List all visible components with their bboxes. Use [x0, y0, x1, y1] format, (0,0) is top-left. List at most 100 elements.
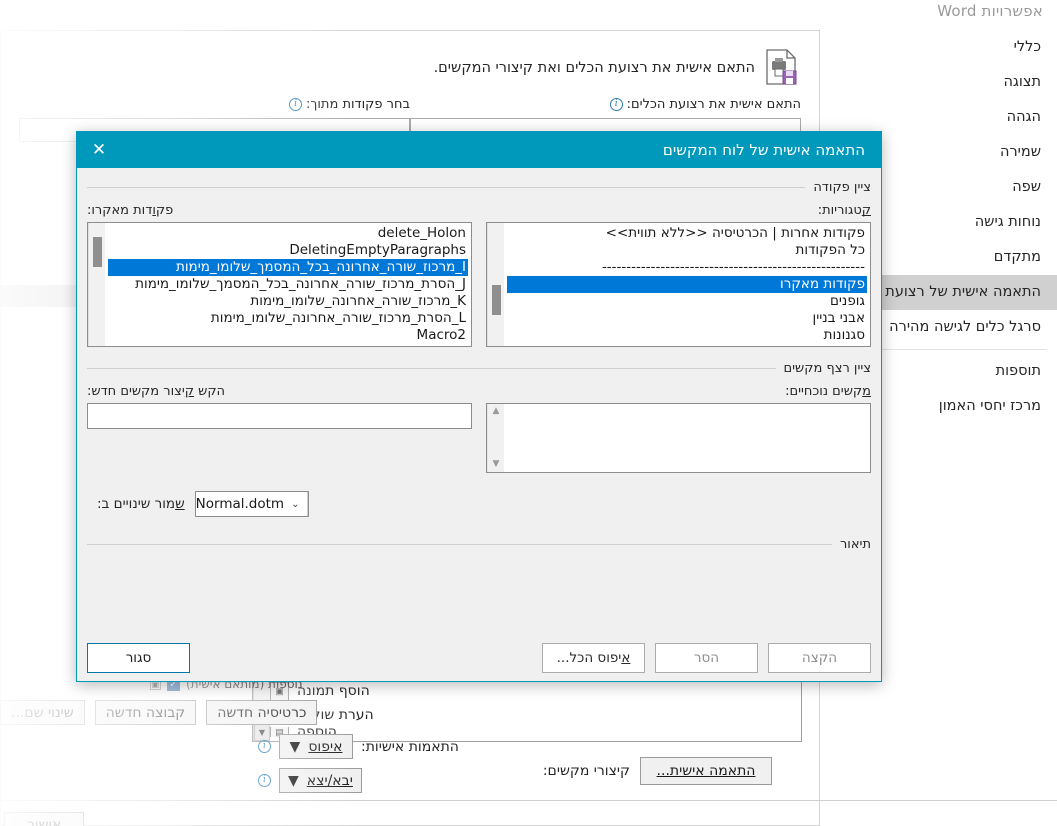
- dialog-body: ציין פקודה קטגוריות: פקודות אחרות | הכרט…: [77, 168, 881, 683]
- categories-scrollbar[interactable]: [487, 223, 504, 346]
- remove-button[interactable]: הסר: [655, 643, 758, 673]
- macro-item[interactable]: K_מרכוז_שורה_אחרונה_שלומו_מימות: [108, 293, 468, 310]
- info-icon-right[interactable]: i: [289, 98, 303, 111]
- current-keys-column: מקשים נוכחיים: ▲ ▼: [486, 384, 871, 473]
- customizations-label: התאמות אישיות:: [361, 738, 459, 755]
- info-icon-reset[interactable]: i: [258, 740, 271, 753]
- customize-ribbon-description: התאם אישית את רצועת הכלים ואת קיצורי המק…: [433, 60, 755, 76]
- customize-ribbon-left-label-row: התאם אישית את רצועת הכלים: i: [410, 97, 801, 112]
- chevron-up-icon[interactable]: ▲: [493, 407, 500, 416]
- scrollbar-thumb[interactable]: [93, 237, 102, 267]
- category-item[interactable]: סגנונות: [507, 327, 867, 344]
- chevron-down-icon: ▼: [288, 772, 299, 789]
- import-export-row: יבא/יצא ▼ i: [0, 768, 460, 793]
- macros-listbox[interactable]: delete_Holon DeletingEmptyParagraphs I_מ…: [87, 222, 472, 347]
- rename-button[interactable]: שינוי שם...: [0, 700, 85, 725]
- category-separator: ----------------------------------------…: [601, 259, 865, 275]
- ok-button[interactable]: אישור: [4, 812, 84, 826]
- macros-scrollbar[interactable]: [88, 223, 105, 346]
- import-export-label: יבא/יצא: [306, 772, 353, 789]
- specify-command-group: ציין פקודה קטגוריות: פקודות אחרות | הכרט…: [87, 180, 871, 347]
- chevron-down-icon[interactable]: ⌄: [284, 492, 308, 516]
- reset-all-button[interactable]: איפוס הכל...: [542, 643, 645, 673]
- categories-label: קטגוריות:: [817, 203, 871, 218]
- info-icon-left[interactable]: i: [609, 98, 623, 111]
- save-changes-row: שמור שינויים ב: ⌄ Normal.dotm: [87, 491, 871, 517]
- specify-keys-group-header: ציין רצף מקשים: [87, 361, 871, 376]
- close-button[interactable]: סגור: [87, 643, 190, 673]
- new-shortcut-column: הקש קיצור מקשים חדש:: [87, 384, 472, 473]
- categories-column: קטגוריות: פקודות אחרות | הכרטיסיה <<ללא …: [486, 203, 871, 347]
- category-item-selected[interactable]: פקודות מאקרו: [507, 276, 867, 293]
- category-item[interactable]: סימנים נפוצים: [507, 344, 867, 346]
- macro-item[interactable]: Macro3: [108, 344, 468, 346]
- scrollbar-thumb[interactable]: [492, 285, 501, 315]
- screen: אפשרויות Word כללי תצוגה הגהה שמירה שפה …: [0, 0, 1057, 826]
- ribbon-tab-buttons: כרטיסיה חדשה קבוצה חדשה שינוי שם...: [0, 700, 460, 725]
- category-item[interactable]: אבני בניין: [507, 310, 867, 327]
- sidebar-item-general[interactable]: כללי: [820, 30, 1057, 65]
- save-changes-label: שמור שינויים ב:: [97, 496, 185, 512]
- description-group-header: תיאור: [87, 537, 871, 552]
- assign-button[interactable]: הקצה: [768, 643, 871, 673]
- current-keys-label: מקשים נוכחיים:: [785, 384, 871, 399]
- category-item[interactable]: כל הפקודות: [507, 242, 867, 259]
- macro-item[interactable]: DeletingEmptyParagraphs: [108, 242, 468, 259]
- customize-shortcuts-button[interactable]: התאמה אישית...: [640, 757, 772, 785]
- dialog-titlebar: התאמה אישית של לוח המקשים ✕: [77, 132, 881, 168]
- keys-columns: מקשים נוכחיים: ▲ ▼ הקש קיצור מקשים חדש:: [87, 384, 871, 473]
- specify-keys-group: ציין רצף מקשים מקשים נוכחיים: ▲ ▼ הקש קי…: [87, 361, 871, 473]
- keyboard-shortcuts-row: התאמה אישית... קיצורי מקשים:: [543, 757, 772, 785]
- new-shortcut-input[interactable]: [87, 403, 472, 429]
- reset-dropdown-button[interactable]: איפוס ▼: [279, 734, 353, 759]
- info-icon-import-export[interactable]: i: [258, 774, 271, 787]
- save-changes-value: Normal.dotm: [195, 496, 285, 512]
- new-tab-button[interactable]: כרטיסיה חדשה: [206, 700, 318, 725]
- customizations-row: התאמות אישיות: איפוס ▼ i: [0, 734, 460, 759]
- dialog-title: התאמה אישית של לוח המקשים: [662, 141, 865, 159]
- macro-item[interactable]: L_הסרת_מרכוז_שורה_אחרונה_שלומו_מימות: [108, 310, 468, 327]
- print-save-document-icon: [765, 49, 799, 87]
- macro-item[interactable]: delete_Holon: [108, 225, 468, 242]
- category-item[interactable]: גופנים: [507, 293, 867, 310]
- sidebar-item-proofing[interactable]: הגהה: [820, 100, 1057, 135]
- macros-label: פקודות מאקרו:: [87, 203, 174, 218]
- footer-divider: [0, 800, 1057, 801]
- customize-ribbon-header: התאם אישית את רצועת הכלים ואת קיצורי המק…: [1, 31, 819, 97]
- category-item[interactable]: פקודות אחרות | הכרטיסיה <<ללא תווית>>: [507, 225, 867, 242]
- macros-column: פקודות מאקרו: delete_Holon DeletingEmpty…: [87, 203, 472, 347]
- sidebar-item-display[interactable]: תצוגה: [820, 65, 1057, 100]
- customize-ribbon-left-label: התאם אישית את רצועת הכלים:: [626, 97, 801, 112]
- reset-label: איפוס: [308, 738, 343, 755]
- close-button-label: סגור: [125, 650, 152, 666]
- ok-label: אישור: [26, 816, 62, 826]
- group-divider-line: [87, 368, 776, 369]
- close-icon[interactable]: ✕: [77, 132, 121, 168]
- dialog-action-buttons: איפוס הכל... הסר הקצה: [542, 643, 871, 673]
- customize-keyboard-dialog: התאמה אישית של לוח המקשים ✕ ציין פקודה ק…: [76, 131, 882, 682]
- choose-commands-label: בחר פקודות מתוך:: [306, 97, 410, 112]
- macro-item-selected[interactable]: I_מרכוז_שורה_אחרונה_בכל_המסמך_שלומו_מימו…: [108, 259, 468, 276]
- dialog-footer: סגור איפוס הכל... הסר הקצה: [87, 643, 871, 673]
- current-keys-scrollbar[interactable]: ▲ ▼: [487, 404, 504, 472]
- new-tab-label: כרטיסיה חדשה: [217, 704, 307, 721]
- import-export-dropdown-button[interactable]: יבא/יצא ▼: [279, 768, 362, 793]
- new-shortcut-label: הקש קיצור מקשים חדש:: [87, 384, 226, 399]
- rename-label: שינוי שם...: [11, 704, 74, 721]
- categories-items: פקודות אחרות | הכרטיסיה <<ללא תווית>> כל…: [504, 223, 870, 346]
- new-group-button[interactable]: קבוצה חדשה: [94, 700, 197, 725]
- macro-item[interactable]: Macro2: [108, 327, 468, 344]
- chevron-down-icon[interactable]: ▼: [493, 460, 500, 469]
- current-keys-listbox[interactable]: ▲ ▼: [486, 403, 871, 473]
- specify-command-group-header: ציין פקודה: [87, 180, 871, 195]
- command-columns: קטגוריות: פקודות אחרות | הכרטיסיה <<ללא …: [87, 203, 871, 347]
- customize-shortcuts-label: התאמה אישית...: [656, 763, 756, 779]
- new-group-label: קבוצה חדשה: [105, 704, 186, 721]
- keyboard-shortcuts-label: קיצורי מקשים:: [542, 763, 630, 779]
- choose-commands-label-row: בחר פקודות מתוך: i: [19, 97, 410, 112]
- save-changes-combo[interactable]: ⌄ Normal.dotm: [194, 491, 309, 517]
- categories-listbox[interactable]: פקודות אחרות | הכרטיסיה <<ללא תווית>> כל…: [486, 222, 871, 347]
- group-divider-line: [87, 544, 832, 545]
- macro-item[interactable]: J_הסרת_מרכוז_שורה_אחרונה_בכל_המסמך_שלומו…: [108, 276, 468, 293]
- word-options-title: אפשרויות Word: [937, 2, 1043, 20]
